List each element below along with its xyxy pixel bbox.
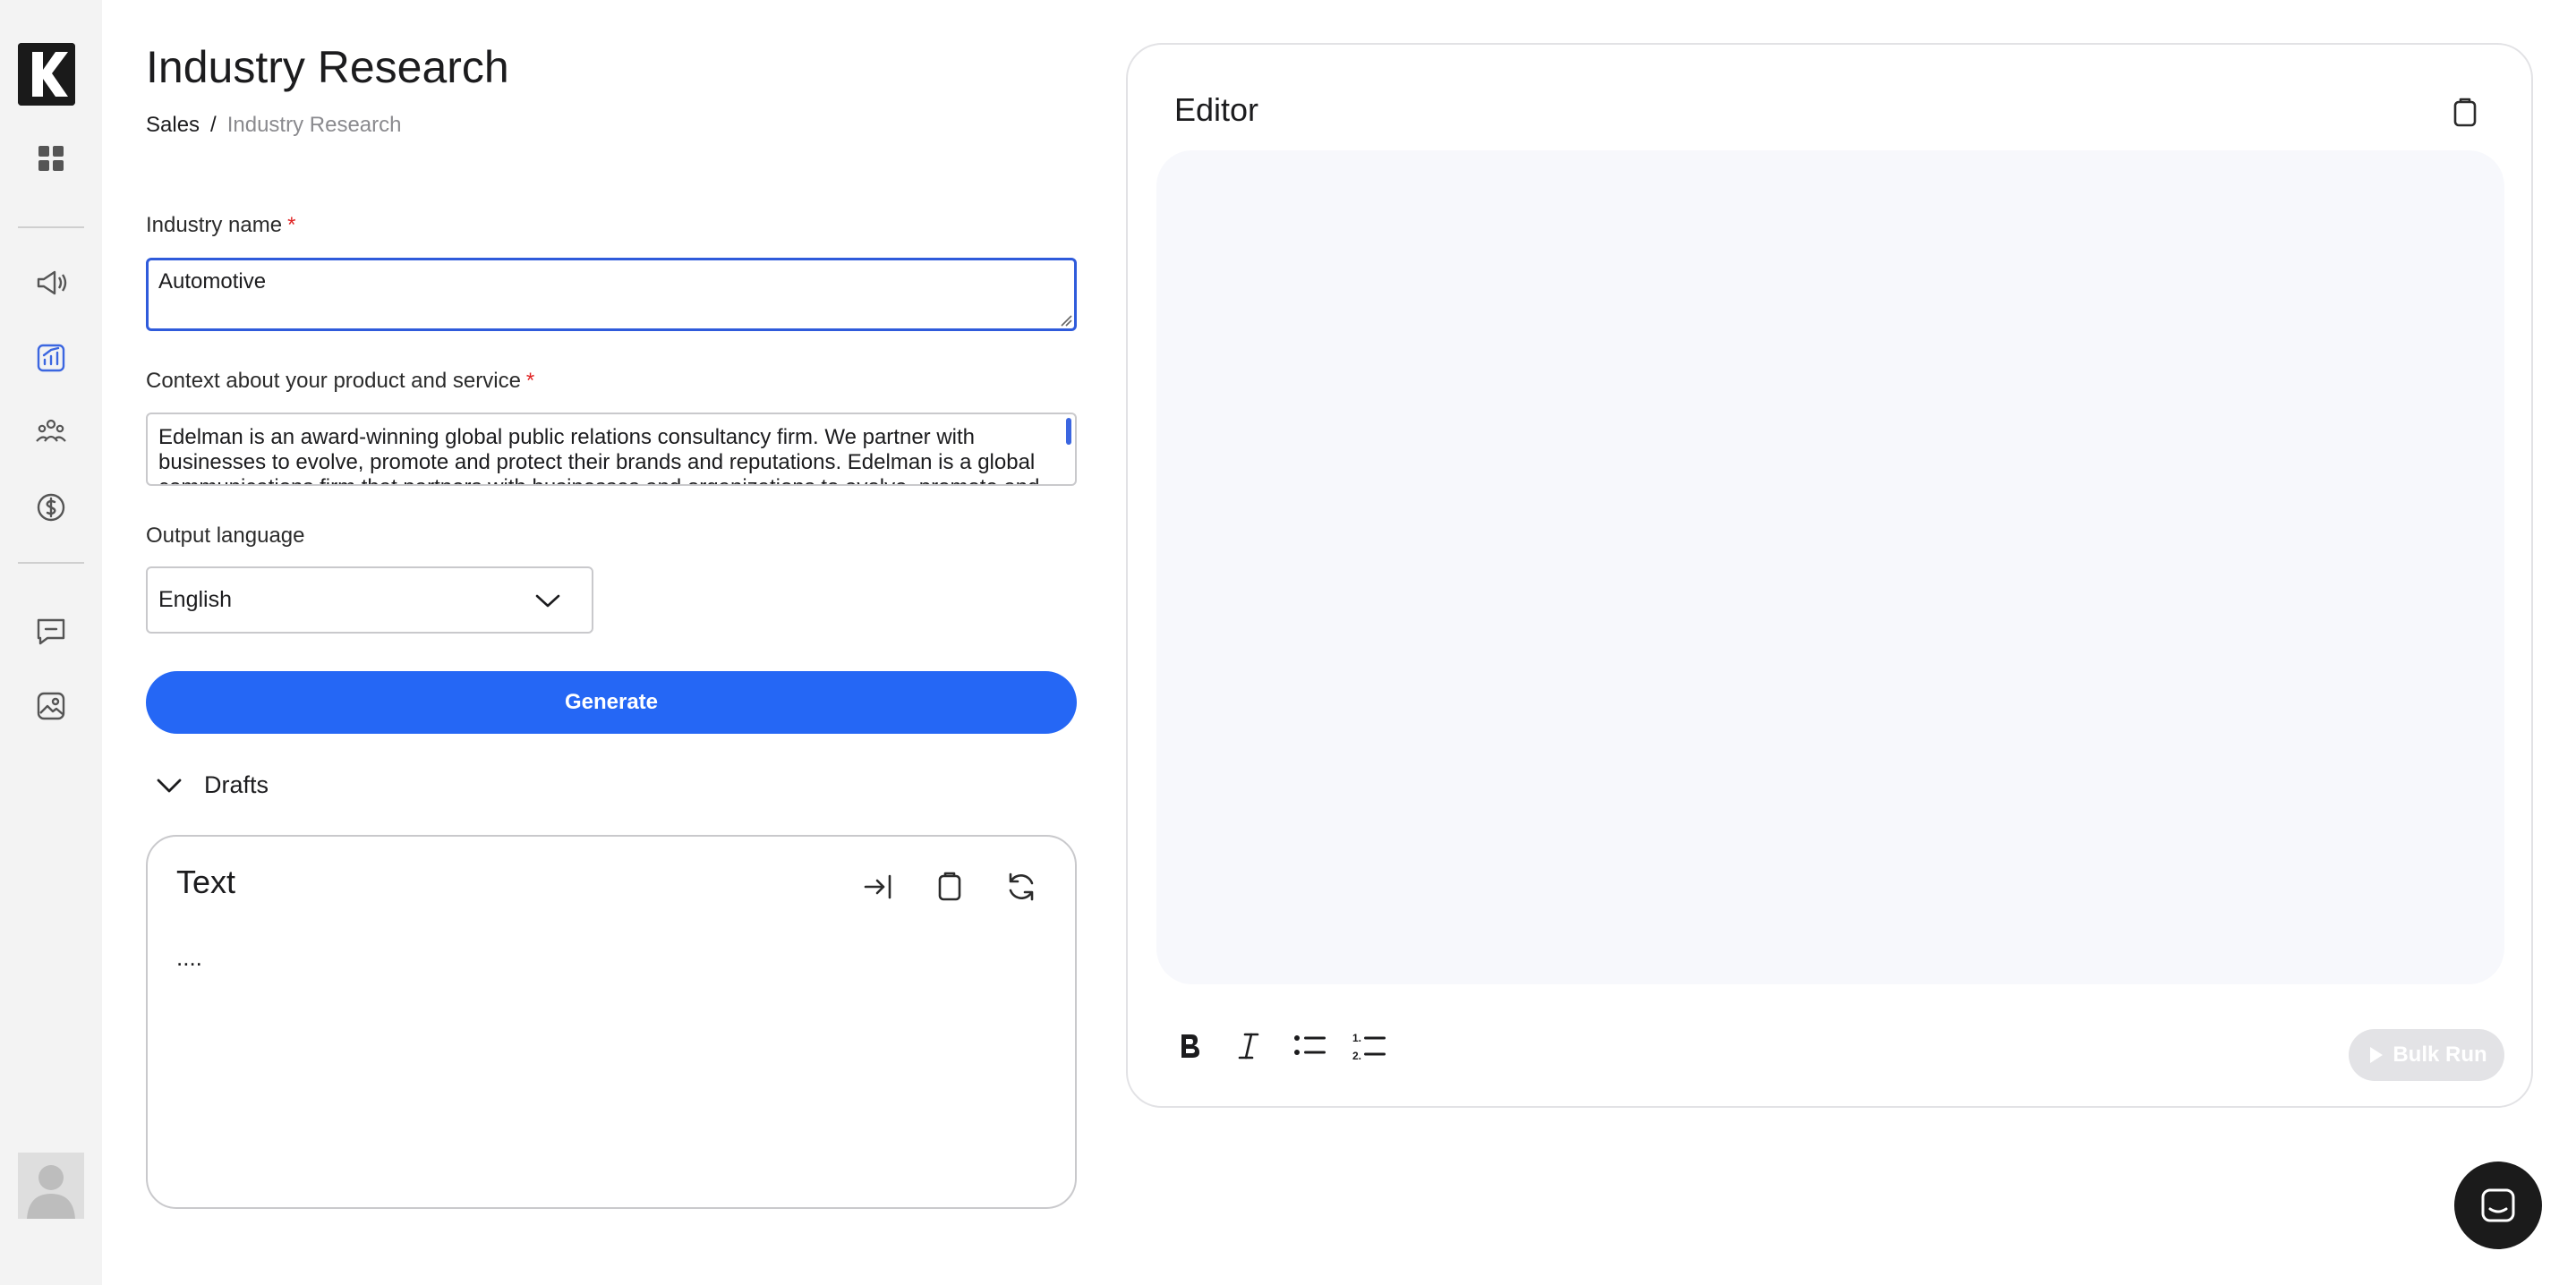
draft-card: Text .... <box>146 835 1077 1209</box>
output-language-label: Output language <box>146 523 305 548</box>
sidebar-item-chat[interactable] <box>33 613 69 649</box>
context-value: Edelman is an award-winning global publi… <box>158 425 1040 484</box>
italic-button[interactable] <box>1228 1025 1269 1067</box>
italic-icon <box>1238 1033 1259 1059</box>
copy-editor-button[interactable] <box>2447 95 2483 131</box>
bulk-run-label: Bulk Run <box>2393 1042 2487 1067</box>
numbered-list-icon: 1. 2. <box>1352 1032 1386 1062</box>
copy-icon <box>2453 98 2477 127</box>
svg-text:1.: 1. <box>1352 1032 1361 1044</box>
bullet-list-button[interactable] <box>1289 1025 1330 1067</box>
play-icon <box>2370 1047 2384 1063</box>
sidebar-item-images[interactable] <box>33 688 69 724</box>
context-scrollbar[interactable] <box>1066 418 1071 445</box>
breadcrumb-current: Industry Research <box>226 113 402 137</box>
logo-k-icon <box>18 43 75 106</box>
refresh-icon <box>1009 872 1034 901</box>
context-label: Context about your product and service * <box>146 369 534 394</box>
industry-name-label-text: Industry name <box>146 213 283 237</box>
numbered-list-button[interactable]: 1. 2. <box>1349 1025 1390 1067</box>
editor-title: Editor <box>1174 91 1259 128</box>
resize-handle-icon[interactable] <box>1060 314 1072 327</box>
output-language-select[interactable]: English <box>146 566 593 634</box>
sidebar-item-pricing[interactable] <box>33 489 69 525</box>
analytics-icon <box>37 344 65 372</box>
chevron-down-icon <box>535 594 560 608</box>
editor-content-area[interactable] <box>1156 150 2504 984</box>
sidebar <box>0 0 102 1285</box>
bold-button[interactable] <box>1169 1025 1210 1067</box>
sidebar-item-sales[interactable] <box>33 340 69 376</box>
output-language-value: English <box>158 587 232 612</box>
support-chat-button[interactable] <box>2454 1162 2542 1249</box>
insert-icon <box>864 874 891 899</box>
megaphone-icon <box>37 270 67 295</box>
industry-name-input[interactable]: Automotive <box>146 258 1077 331</box>
bold-icon <box>1181 1034 1199 1058</box>
sidebar-divider <box>18 226 84 228</box>
chevron-down-icon <box>157 779 182 792</box>
context-textarea[interactable]: Edelman is an award-winning global publi… <box>146 413 1077 486</box>
chat-icon <box>37 618 65 645</box>
bulk-run-button[interactable]: Bulk Run <box>2349 1029 2504 1081</box>
support-chat-icon <box>2481 1188 2515 1222</box>
bullet-list-icon <box>1294 1035 1326 1055</box>
draft-title: Text <box>176 864 236 900</box>
sidebar-divider <box>18 562 84 564</box>
editor-panel: Editor 1. 2. Bulk Run <box>1126 43 2533 1108</box>
required-mark: * <box>287 213 296 237</box>
insert-to-editor-button[interactable] <box>860 869 896 905</box>
sidebar-item-marketing[interactable] <box>33 265 69 301</box>
user-icon <box>18 1153 84 1219</box>
breadcrumb-separator: / <box>210 113 217 137</box>
industry-name-label: Industry name * <box>146 213 295 238</box>
copy-icon <box>938 872 961 901</box>
breadcrumb: Sales / Industry Research <box>146 113 401 138</box>
draft-body: .... <box>176 944 202 971</box>
brand-logo[interactable] <box>18 43 75 106</box>
team-icon <box>36 419 66 442</box>
drafts-label: Drafts <box>204 771 269 798</box>
dollar-icon <box>37 493 65 522</box>
generate-button[interactable]: Generate <box>146 671 1077 734</box>
page-title: Industry Research <box>146 42 509 92</box>
context-label-text: Context about your product and service <box>146 369 521 393</box>
breadcrumb-sales[interactable]: Sales <box>146 113 200 138</box>
dashboard-icon <box>38 146 64 171</box>
user-avatar[interactable] <box>18 1153 84 1219</box>
industry-name-value: Automotive <box>158 269 267 294</box>
regenerate-button[interactable] <box>1003 869 1039 905</box>
sidebar-item-dashboard[interactable] <box>33 140 69 176</box>
sidebar-item-team[interactable] <box>33 414 69 450</box>
image-icon <box>37 692 65 720</box>
drafts-toggle[interactable]: Drafts <box>154 771 269 799</box>
copy-draft-button[interactable] <box>932 869 968 905</box>
svg-text:2.: 2. <box>1352 1050 1361 1062</box>
required-mark: * <box>525 369 535 393</box>
